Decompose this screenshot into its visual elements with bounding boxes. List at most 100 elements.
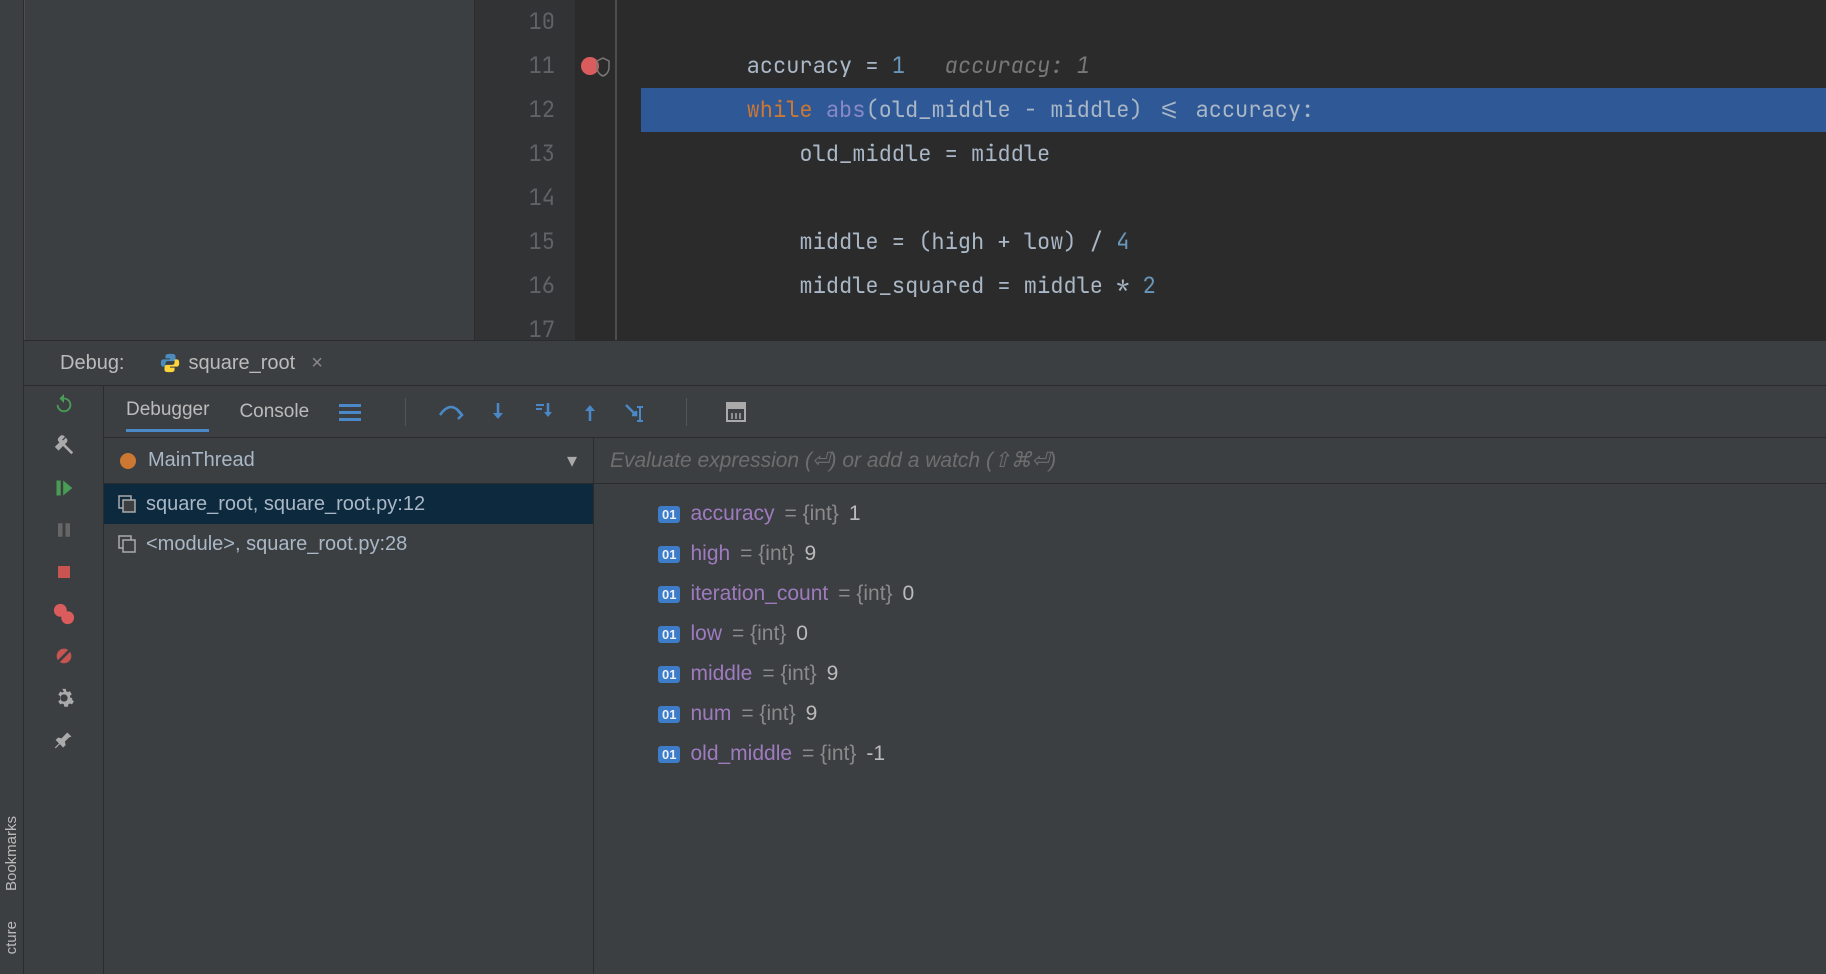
thread-selector[interactable]: MainThread ▾ [104,438,593,484]
stack-frame[interactable]: <module>, square_root.py:28 [104,524,593,564]
code-line[interactable]: middle = (high + low) / 4 [641,220,1826,264]
line-number: 12 [475,88,555,132]
python-icon [159,352,181,374]
line-number: 17 [475,308,555,352]
type-badge-icon: 01 [658,666,680,683]
variable-value: 0 [796,622,808,646]
type-badge-icon: 01 [658,586,680,603]
step-into-my-code-button[interactable] [532,401,556,423]
code-editor[interactable]: 1011121314151617 accuracy = 1 accuracy: … [475,0,1826,340]
variable-row[interactable]: 01 accuracy = {int} 1 [634,494,1826,534]
modify-options-button[interactable] [52,434,76,458]
line-number: 13 [475,132,555,176]
fold-gutter [593,0,615,340]
step-into-button[interactable] [488,401,508,423]
variables-list: 01 accuracy = {int} 101 high = {int} 901… [594,484,1826,774]
type-badge-icon: 01 [658,706,680,723]
code-line[interactable] [641,308,1826,352]
left-tool-strip: Bookmarks cture [0,0,24,974]
debug-body: Debugger Console [24,386,1826,974]
mute-breakpoints-button[interactable] [52,644,76,668]
line-number: 11 [475,44,555,88]
variable-value: 9 [804,542,816,566]
pin-button[interactable] [52,728,76,752]
chevron-down-icon: ▾ [567,448,577,473]
debug-tab-label: square_root [189,352,296,375]
variable-type: = {int} [802,742,856,766]
variable-value: 0 [903,582,915,606]
variable-row[interactable]: 01 num = {int} 9 [634,694,1826,734]
close-icon[interactable]: × [311,352,323,375]
run-to-cursor-button[interactable] [624,401,648,423]
code-line[interactable]: while abs(old_middle - middle) <= accura… [641,88,1826,132]
resume-button[interactable] [52,476,76,500]
variable-type: = {int} [762,662,816,686]
code-content[interactable]: accuracy = 1 accuracy: 1 while abs(old_m… [615,0,1826,340]
frame-icon [118,495,136,513]
variable-name: accuracy [690,502,774,526]
variable-row[interactable]: 01 middle = {int} 9 [634,654,1826,694]
frame-icon [118,535,136,553]
variable-name: middle [690,662,752,686]
line-number: 15 [475,220,555,264]
variable-name: iteration_count [690,582,828,606]
type-badge-icon: 01 [658,506,680,523]
code-line[interactable]: old_middle = middle [641,132,1826,176]
code-line[interactable] [641,176,1826,220]
debug-panels: MainThread ▾ square_root, square_root.py… [104,438,1826,974]
variable-type: = {int} [732,622,786,646]
tab-console[interactable]: Console [239,393,309,431]
debug-label: Debug: [60,352,125,375]
bookmarks-tool[interactable]: Bookmarks [3,816,20,891]
line-number: 14 [475,176,555,220]
variable-row[interactable]: 01 high = {int} 9 [634,534,1826,574]
breakpoint-gutter[interactable] [575,0,593,340]
variable-value: 1 [849,502,861,526]
variable-row[interactable]: 01 iteration_count = {int} 0 [634,574,1826,614]
variable-value: 9 [806,702,818,726]
view-breakpoints-button[interactable] [52,602,76,626]
frames-list: square_root, square_root.py:12<module>, … [104,484,593,564]
threads-icon[interactable] [339,403,361,421]
thread-status-icon [120,453,136,469]
variable-type: = {int} [741,702,795,726]
variable-row[interactable]: 01 low = {int} 0 [634,614,1826,654]
frames-panel: MainThread ▾ square_root, square_root.py… [104,438,594,974]
debug-toolbar: Debugger Console [104,386,1826,438]
stop-button[interactable] [52,560,76,584]
code-line[interactable]: middle_squared = middle * 2 [641,264,1826,308]
thread-name: MainThread [148,449,255,472]
structure-tool[interactable]: cture [3,921,20,954]
tab-debugger[interactable]: Debugger [126,391,209,432]
step-over-button[interactable] [438,401,464,423]
type-badge-icon: 01 [658,546,680,563]
line-number: 16 [475,264,555,308]
variables-panel: Evaluate expression (⏎) or add a watch (… [594,438,1826,974]
variable-name: low [690,622,722,646]
line-gutter: 1011121314151617 [475,0,575,340]
variable-name: high [690,542,730,566]
pause-button[interactable] [52,518,76,542]
stack-frame[interactable]: square_root, square_root.py:12 [104,484,593,524]
evaluate-input[interactable]: Evaluate expression (⏎) or add a watch (… [594,438,1826,484]
line-number: 10 [475,0,555,44]
settings-button[interactable] [52,686,76,710]
variable-value: -1 [866,742,885,766]
evaluate-expression-button[interactable] [725,401,747,423]
editor-area: 1011121314151617 accuracy = 1 accuracy: … [24,0,1826,340]
shield-icon [595,57,611,77]
step-out-button[interactable] [580,401,600,423]
variable-type: = {int} [785,502,839,526]
main-column: 1011121314151617 accuracy = 1 accuracy: … [24,0,1826,974]
project-panel [25,0,475,340]
variable-type: = {int} [740,542,794,566]
code-line[interactable] [641,0,1826,44]
rerun-button[interactable] [52,392,76,416]
variable-value: 9 [827,662,839,686]
debug-run-tab[interactable]: square_root × [159,352,323,375]
type-badge-icon: 01 [658,626,680,643]
debug-side-actions [24,386,104,974]
variable-row[interactable]: 01 old_middle = {int} -1 [634,734,1826,774]
variable-name: old_middle [690,742,792,766]
code-line[interactable]: accuracy = 1 accuracy: 1 [641,44,1826,88]
